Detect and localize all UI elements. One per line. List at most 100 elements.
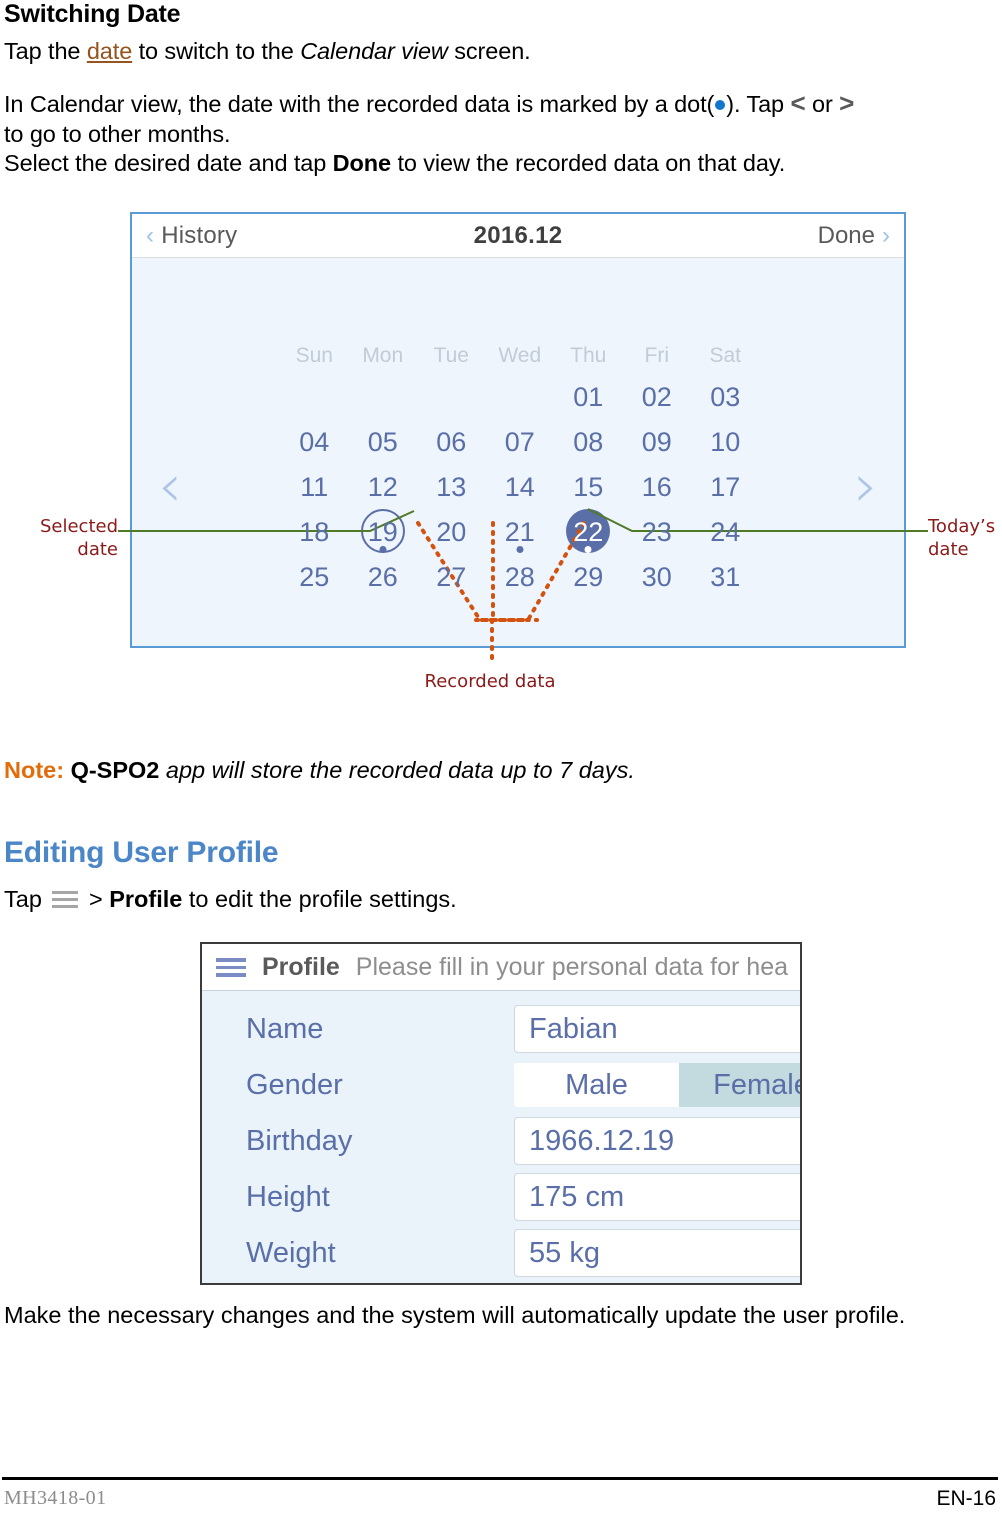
done-keyword: Done (332, 150, 392, 176)
calendar-day-cell[interactable]: 26 (349, 556, 418, 601)
calendar-day-number: 01 (573, 382, 604, 412)
next-month-button[interactable]: › (844, 456, 888, 516)
profile-topbar: Profile Please fill in your personal dat… (202, 944, 800, 991)
weekday-header-row: Sun Mon Tue Wed Thu Fri Sat (280, 340, 760, 376)
weekday-header: Tue (433, 344, 469, 367)
calendar-day-cell[interactable]: 06 (417, 421, 486, 466)
hamburger-icon[interactable] (216, 957, 246, 977)
footer-doc-number: MH3418-01 (4, 1487, 107, 1509)
p3-part1: Select the desired date and tap (4, 150, 333, 176)
calendar-week-row: 18 19 20 21 22 23 24 (280, 509, 760, 556)
calendar-day-cell[interactable]: 02 (623, 376, 692, 421)
calendar-day-number: 16 (641, 472, 672, 502)
calendar-day-number: 12 (367, 472, 398, 502)
profile-form: Name Fabian Gender Male Female Birthday 1966.1… (202, 991, 800, 1283)
p2-part4: to go to other months. (4, 121, 231, 147)
name-field[interactable]: Fabian (514, 1005, 800, 1053)
calendar-empty-cell (280, 376, 349, 421)
calendar-day-number: 07 (504, 427, 535, 457)
birthday-field[interactable]: 1966.12.19 (514, 1117, 800, 1165)
calendar-day-cell[interactable]: 24 (691, 511, 760, 556)
calendar-day-cell[interactable]: 07 (486, 421, 555, 466)
gender-option-male[interactable]: Male (514, 1063, 679, 1107)
note-text: app will store the recorded data up to 7… (159, 757, 635, 783)
calendar-day-cell[interactable]: 22 (554, 509, 623, 556)
calendar-day-number: 30 (641, 562, 672, 592)
calendar-day-cell[interactable]: 25 (280, 556, 349, 601)
p3-part2: to view the recorded data on that day. (391, 150, 786, 176)
chevron-right-icon: > (839, 88, 855, 118)
calendar-day-number: 03 (710, 382, 741, 412)
calendar-day-number: 24 (710, 517, 741, 547)
calendar-empty-cell (417, 376, 486, 421)
weekday-header: Sat (709, 344, 742, 367)
manual-page: Switching Date Tap the date to switch to… (0, 0, 1002, 1527)
calendar-day-cell[interactable]: 05 (349, 421, 418, 466)
calendar-day-cell[interactable]: 10 (691, 421, 760, 466)
height-field[interactable]: 175 cm (514, 1173, 800, 1221)
calendar-day-cell[interactable]: 29 (554, 556, 623, 601)
calendar-day-number: 25 (299, 562, 330, 592)
calendar-day-cell[interactable]: 17 (691, 466, 760, 511)
profile-field-label: Gender (246, 1069, 343, 1101)
weight-field[interactable]: 55 kg (514, 1229, 800, 1277)
calendar-day-number: 20 (436, 517, 467, 547)
date-link[interactable]: date (87, 38, 132, 64)
calendar-day-number: 13 (436, 472, 467, 502)
recorded-data-dot-icon (379, 546, 387, 553)
calendar-screenshot: ‹ History 2016.12 Done › ‹ › Sun Mon Tue Wed T… (130, 212, 906, 648)
p4-part2: > (82, 886, 110, 912)
calendar-day-cell[interactable]: 23 (623, 511, 692, 556)
calendar-grid: Sun Mon Tue Wed Thu Fri Sat 01 02 03 04 05 06 07 08 09 1… (280, 340, 760, 601)
calendar-day-cell[interactable]: 09 (623, 421, 692, 466)
calendar-day-cell[interactable]: 18 (280, 511, 349, 556)
calendar-day-cell[interactable]: 30 (623, 556, 692, 601)
calendar-body: ‹ › Sun Mon Tue Wed Thu Fri Sat 01 02 03 04 05 06 07 0… (132, 258, 904, 648)
calendar-day-number: 23 (641, 517, 672, 547)
calendar-day-number: 22 (573, 517, 604, 547)
gender-segmented-control[interactable]: Male Female (514, 1063, 800, 1107)
profile-screenshot: Profile Please fill in your personal dat… (200, 942, 802, 1285)
calendar-day-cell[interactable]: 16 (623, 466, 692, 511)
p4-part3: to edit the profile settings. (182, 886, 457, 912)
hamburger-icon (52, 891, 79, 909)
profile-field-label: Height (246, 1181, 330, 1213)
calendar-day-cell[interactable]: 21 (486, 511, 555, 556)
calendar-day-cell[interactable]: 04 (280, 421, 349, 466)
annotation-todays-date: Today’s date (928, 516, 996, 560)
calendar-day-cell[interactable]: 14 (486, 466, 555, 511)
p1-before: Tap the (4, 38, 87, 64)
note-keyword: Note: (4, 757, 65, 783)
paragraph-auto-update: Make the necessary changes and the syste… (4, 1302, 906, 1328)
profile-field-label: Birthday (246, 1125, 353, 1157)
calendar-day-cell[interactable]: 03 (691, 376, 760, 421)
calendar-day-number: 21 (504, 517, 535, 547)
note-line: Note: Q-SPO2 app will store the recorded… (4, 757, 635, 784)
footer-divider (2, 1477, 998, 1480)
calendar-empty-cell (349, 376, 418, 421)
calendar-day-cell[interactable]: 20 (417, 511, 486, 556)
calendar-day-cell[interactable]: 27 (417, 556, 486, 601)
calendar-day-cell[interactable]: 12 (349, 466, 418, 511)
prev-month-button[interactable]: ‹ (148, 456, 192, 516)
profile-row: Weight 55 kg (202, 1229, 800, 1283)
calendar-day-cell[interactable]: 11 (280, 466, 349, 511)
calendar-day-cell[interactable]: 31 (691, 556, 760, 601)
calendar-day-cell[interactable]: 19 (349, 509, 418, 556)
calendar-day-cell[interactable]: 08 (554, 421, 623, 466)
calendar-day-cell[interactable]: 28 (486, 556, 555, 601)
calendar-day-cell[interactable]: 01 (554, 376, 623, 421)
calendar-day-cell[interactable]: 13 (417, 466, 486, 511)
p1-after: to switch to the (132, 38, 301, 64)
recorded-dot-icon (715, 100, 726, 110)
gender-option-female[interactable]: Female (679, 1063, 800, 1107)
paragraph-tap-profile: Tap > Profile to edit the profile settin… (4, 886, 457, 913)
note-product: Q-SPO2 (70, 757, 160, 783)
calendar-week-row: 04 05 06 07 08 09 10 (280, 421, 760, 466)
calendar-day-cell[interactable]: 15 (554, 466, 623, 511)
done-button[interactable]: Done › (818, 222, 890, 250)
paragraph-calendar-dot: In Calendar view, the date with the reco… (4, 88, 976, 149)
weekday-header: Wed (498, 344, 542, 367)
weekday-header: Fri (644, 344, 670, 367)
calendar-day-number: 04 (299, 427, 330, 457)
